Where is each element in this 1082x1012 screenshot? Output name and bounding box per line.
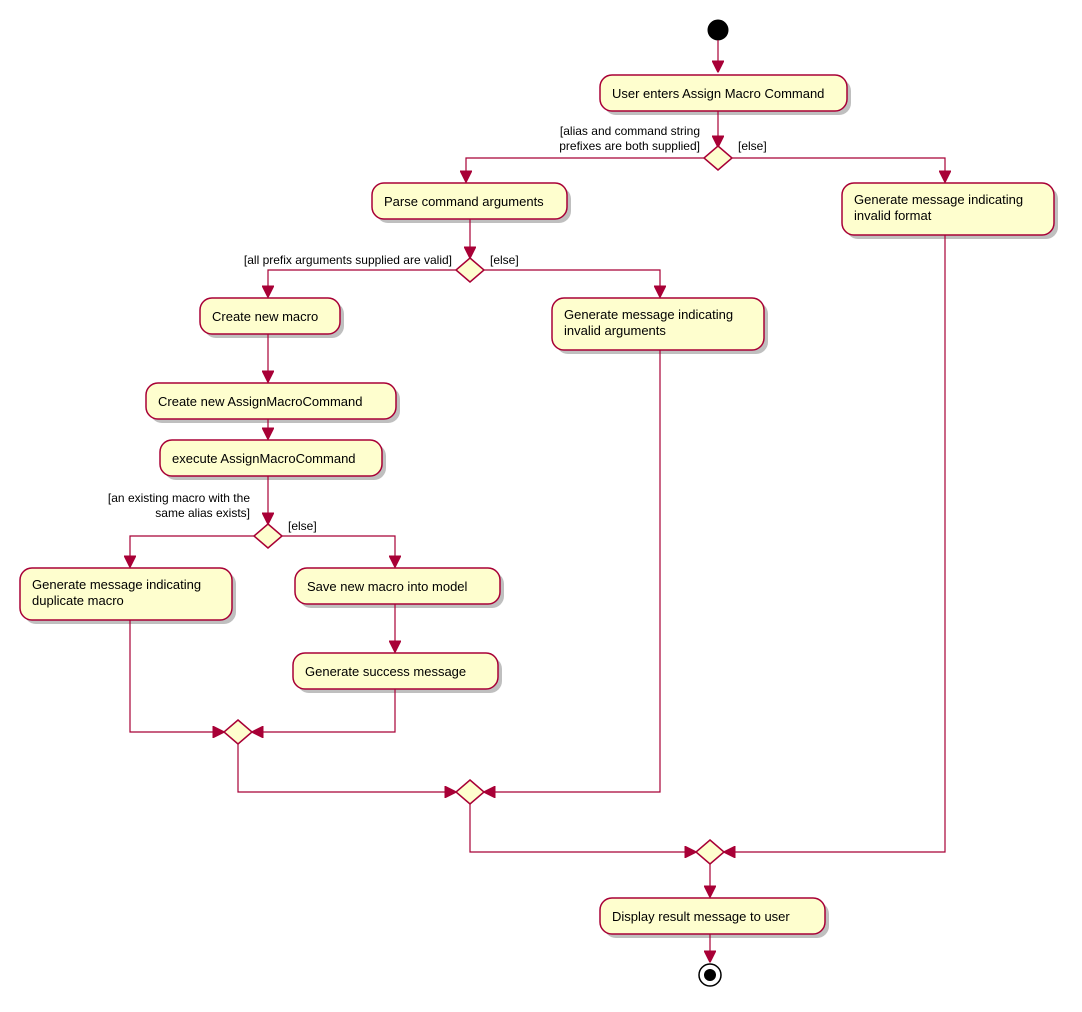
merge-node-2 — [456, 780, 484, 804]
merge-node-1 — [224, 720, 252, 744]
decision-duplicate-macro — [254, 524, 282, 548]
guard-label: [else] — [738, 139, 767, 153]
decision-prefixes-supplied — [704, 146, 732, 170]
activity-label: execute AssignMacroCommand — [172, 451, 356, 466]
guard-label: same alias exists] — [155, 506, 250, 520]
activity-label: Save new macro into model — [307, 579, 468, 594]
initial-node — [708, 20, 728, 40]
activity-label: Parse command arguments — [384, 194, 544, 209]
guard-label: [else] — [288, 519, 317, 533]
guard-label: [all prefix arguments supplied are valid… — [244, 253, 452, 267]
guard-label: [an existing macro with the — [108, 491, 250, 505]
activity-label: Display result message to user — [612, 909, 790, 924]
activity-label: User enters Assign Macro Command — [612, 86, 824, 101]
activity-label: Create new AssignMacroCommand — [158, 394, 362, 409]
decision-arguments-valid — [456, 258, 484, 282]
guard-label: [alias and command string — [560, 124, 700, 138]
activity-label: Create new macro — [212, 309, 318, 324]
guard-label: prefixes are both supplied] — [559, 139, 700, 153]
activity-label: Generate success message — [305, 664, 466, 679]
activity-diagram: User enters Assign Macro Command [alias … — [0, 0, 1082, 1012]
merge-node-3 — [696, 840, 724, 864]
guard-label: [else] — [490, 253, 519, 267]
